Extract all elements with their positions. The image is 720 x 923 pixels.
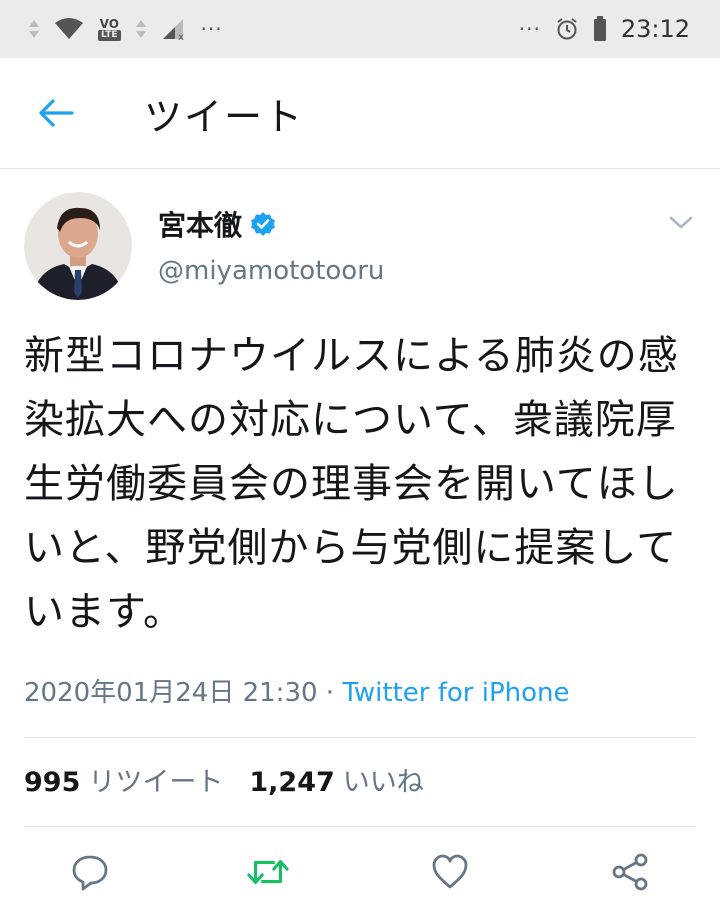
divider — [24, 826, 696, 827]
volte-icon: VO LTE — [98, 18, 121, 41]
retweet-button[interactable] — [246, 850, 290, 894]
reply-button[interactable] — [68, 850, 112, 894]
author-handle[interactable]: @miyamototooru — [158, 256, 384, 286]
retweet-count: 995 — [24, 767, 81, 798]
wifi-icon — [54, 17, 84, 41]
tweet-meta: 2020年01月24日 21:30 · Twitter for iPhone — [24, 672, 570, 709]
chevron-down-icon — [669, 216, 693, 229]
meta-separator: · — [317, 678, 343, 708]
tweet-options-button[interactable] — [666, 210, 696, 234]
status-time: 23:12 — [620, 15, 690, 43]
display-name-text: 宮本徹 — [158, 209, 243, 242]
back-button[interactable] — [26, 83, 86, 143]
tweet-source-link[interactable]: Twitter for iPhone — [342, 678, 569, 708]
author-name[interactable]: 宮本徹 — [158, 204, 276, 244]
like-stat[interactable]: 1,247 いいね — [249, 760, 423, 799]
like-button[interactable] — [428, 850, 472, 894]
app-header: ツイート — [0, 58, 720, 169]
alarm-icon — [555, 17, 579, 41]
tweet-stats: 995 リツイート 1,247 いいね — [24, 760, 424, 799]
cellular-signal-icon: x — [161, 17, 187, 41]
more-notifications-icon: ··· — [200, 17, 223, 41]
volte-label: VO — [99, 16, 119, 31]
share-icon — [612, 853, 648, 891]
svg-text:x: x — [178, 32, 184, 41]
tweet-timestamp: 2020年01月24日 21:30 — [24, 678, 318, 708]
lte-label: LTE — [98, 29, 121, 41]
tweet-text: 新型コロナウイルスによる肺炎の感染拡大への対応について、衆議院厚生労働委員会の理… — [24, 333, 679, 635]
more-status-icon: ··· — [518, 17, 541, 41]
status-bar-right: ··· 23:12 — [519, 15, 690, 43]
battery-icon — [593, 16, 607, 42]
like-label: いいね — [342, 767, 424, 798]
tweet-author: 宮本徹 @miyamototooru — [24, 192, 696, 302]
avatar[interactable] — [24, 192, 132, 300]
status-bar: VO LTE x ··· ··· 23:12 — [0, 0, 720, 58]
comment-icon — [72, 855, 108, 891]
share-button[interactable] — [608, 850, 652, 894]
status-bar-left: VO LTE x ··· — [28, 17, 223, 41]
retweet-label: リツイート — [88, 767, 224, 798]
data-arrows-icon — [135, 18, 147, 40]
divider — [24, 737, 696, 738]
heart-icon — [432, 854, 468, 889]
arrow-left-icon — [39, 99, 74, 127]
tweet-action-bar — [0, 850, 720, 900]
verified-badge-icon — [250, 211, 276, 237]
like-count: 1,247 — [249, 767, 335, 798]
data-arrows-icon — [28, 18, 40, 40]
page-title: ツイート — [144, 94, 305, 139]
retweet-stat[interactable]: 995 リツイート — [24, 760, 223, 799]
retweet-icon — [247, 859, 289, 885]
